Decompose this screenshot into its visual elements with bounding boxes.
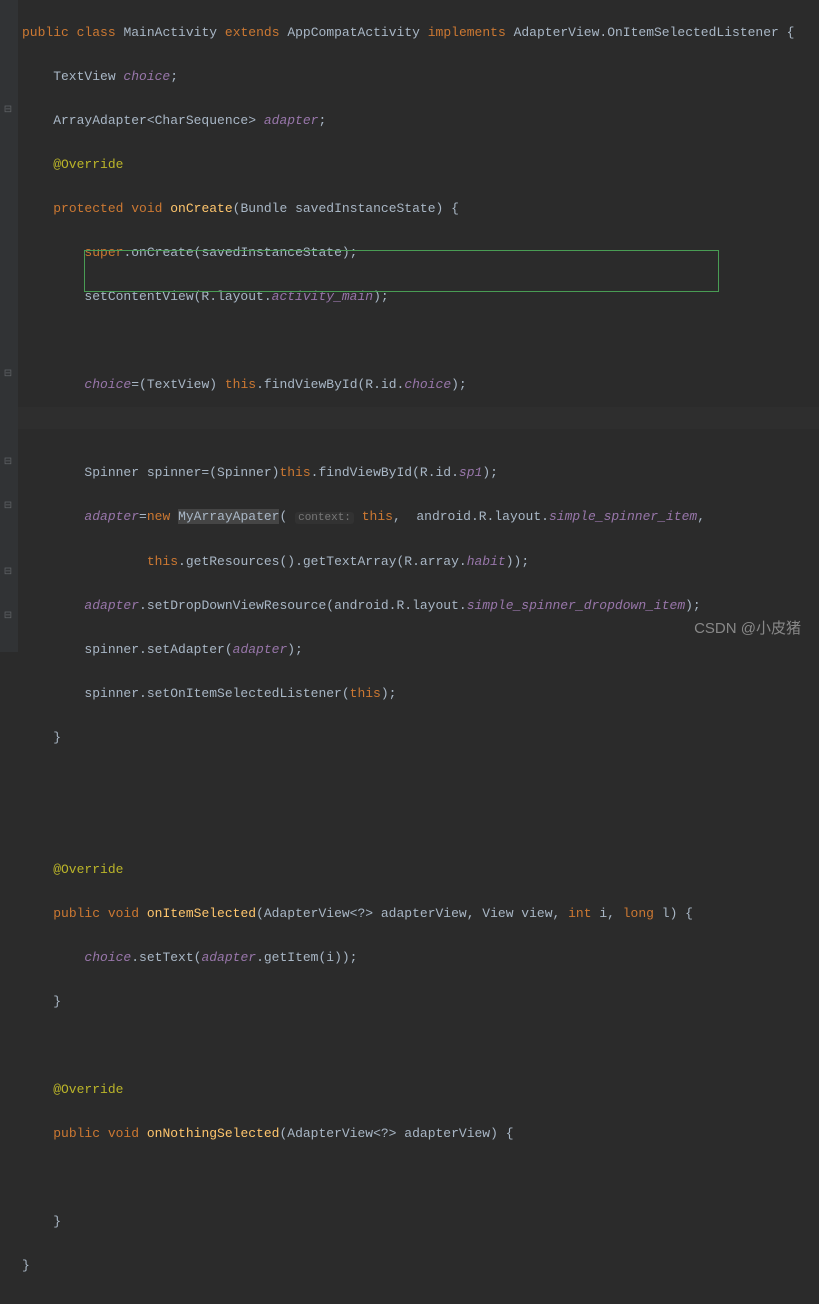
code-line: } [22,727,794,749]
code-area[interactable]: public class MainActivity extends AppCom… [18,0,798,652]
code-line: } [22,991,794,1013]
fold-icon[interactable]: ⊟ [3,496,13,506]
code-line: spinner.setAdapter(adapter); [22,639,794,661]
code-line: this.getResources().getTextArray(R.array… [22,551,794,573]
fold-icon[interactable]: ⊟ [3,562,13,572]
code-line [22,418,794,440]
code-line: @Override [22,154,794,176]
code-line: } [22,1255,794,1277]
code-line [22,1035,794,1057]
code-line: public void onNothingSelected(AdapterVie… [22,1123,794,1145]
code-line: } [22,1211,794,1233]
code-line: @Override [22,859,794,881]
fold-icon[interactable]: ⊟ [3,364,13,374]
gutter: ⊟ ⊟ ⊟ ⊟ ⊟ ⊟ [0,0,18,652]
code-line: Spinner spinner=(Spinner)this.findViewBy… [22,462,794,484]
code-line: public class MainActivity extends AppCom… [22,22,794,44]
code-line: super.onCreate(savedInstanceState); [22,242,794,264]
code-line [22,330,794,352]
code-line [22,771,794,793]
code-line: spinner.setOnItemSelectedListener(this); [22,683,794,705]
code-line: choice.setText(adapter.getItem(i)); [22,947,794,969]
code-line [22,1167,794,1189]
watermark: CSDN @小皮猪 [694,618,801,640]
param-hint: context: [295,512,354,524]
fold-icon[interactable]: ⊟ [3,452,13,462]
code-line: adapter.setDropDownViewResource(android.… [22,595,794,617]
code-line: ArrayAdapter<CharSequence> adapter; [22,110,794,132]
code-line: public void onItemSelected(AdapterView<?… [22,903,794,925]
code-line: @Override [22,1079,794,1101]
code-line: TextView choice; [22,66,794,88]
code-line [22,815,794,837]
fold-icon[interactable]: ⊟ [3,606,13,616]
code-line: adapter=new MyArrayApater( context: this… [22,506,794,529]
code-line: choice=(TextView) this.findViewById(R.id… [22,374,794,396]
code-line: protected void onCreate(Bundle savedInst… [22,198,794,220]
code-editor[interactable]: ⊟ ⊟ ⊟ ⊟ ⊟ ⊟ public class MainActivity ex… [0,0,819,652]
code-line: setContentView(R.layout.activity_main); [22,286,794,308]
fold-icon[interactable]: ⊟ [3,100,13,110]
warning-identifier: MyArrayApater [178,509,279,524]
